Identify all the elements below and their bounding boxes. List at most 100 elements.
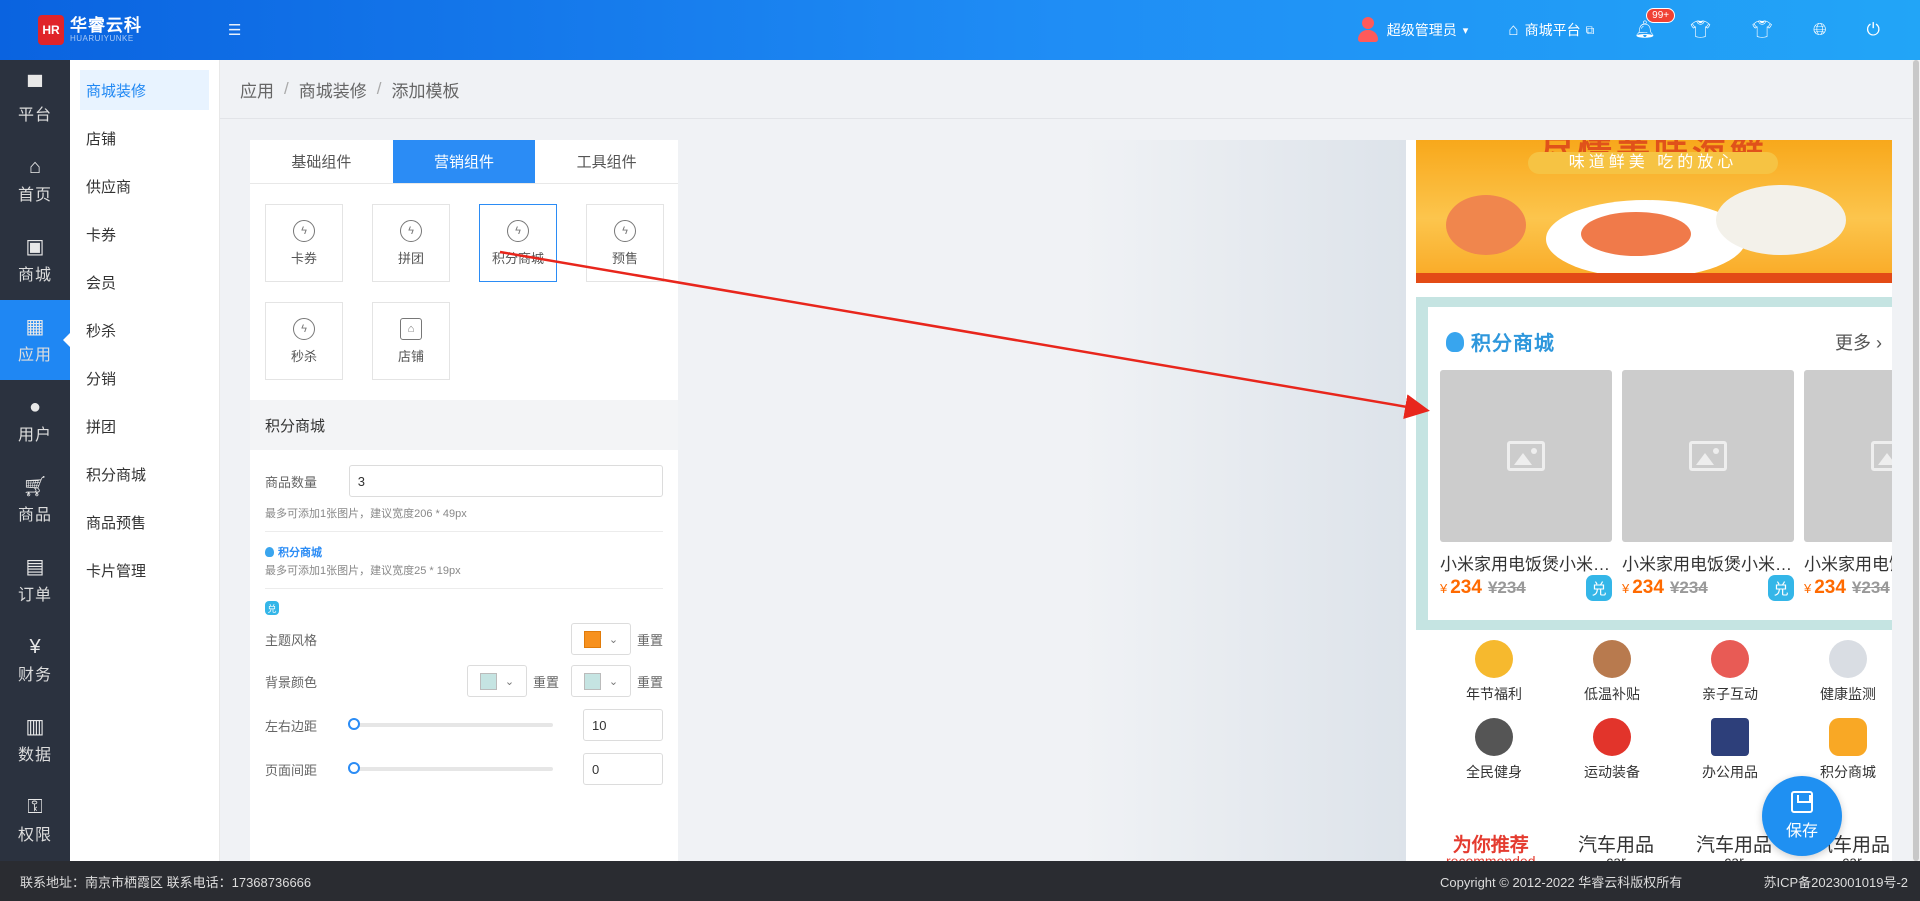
qty-input[interactable]	[348, 465, 663, 497]
bg-reset-button-2[interactable]: 重置	[637, 672, 663, 691]
slider-handle[interactable]	[348, 718, 360, 730]
nav-orders[interactable]: ▤ 订单	[0, 540, 70, 620]
nav-goods[interactable]: 🛒︎ 商品	[0, 460, 70, 540]
subnav-group-buy[interactable]: 拼团	[80, 406, 209, 446]
money-bag-icon	[265, 547, 274, 557]
component-points-mall[interactable]: ϟ 积分商城	[479, 204, 557, 282]
component-panel: 基础组件 营销组件 工具组件 ϟ 卡券 ϟ 拼团 ϟ 积分商城 ϟ 预售 ϟ 秒杀 ⌂ 店铺…	[250, 140, 678, 862]
component-flash-sale[interactable]: ϟ 秒杀	[265, 302, 343, 380]
component-store[interactable]: ⌂ 店铺	[372, 302, 450, 380]
design-canvas	[678, 140, 1406, 862]
bg-label: 背景颜色	[265, 674, 318, 690]
logo[interactable]: HR 华睿云科 HUARUIYUNKE	[38, 15, 142, 45]
tab-car-supplies[interactable]: 汽车用品 car	[1696, 830, 1772, 862]
more-link[interactable]: 更多 ›	[1835, 329, 1882, 355]
subnav-presale[interactable]: 商品预售	[80, 502, 209, 542]
nav-users[interactable]: ● 用户	[0, 380, 70, 460]
subnav-card-manage[interactable]: 卡片管理	[80, 550, 209, 590]
tab-basic[interactable]: 基础组件	[250, 140, 393, 183]
bg-color-picker-1[interactable]: ⌄	[466, 665, 527, 697]
subnav-distribution[interactable]: 分销	[80, 358, 209, 398]
category-item[interactable]: 健康监测	[1798, 640, 1892, 704]
subnav-flash-sale[interactable]: 秒杀	[80, 310, 209, 350]
subnav-store[interactable]: 店铺	[80, 118, 209, 158]
icp-record[interactable]: 苏ICP备2023001019号-2	[1763, 872, 1908, 891]
alarm-icon: ϟ	[293, 219, 315, 242]
copyright: Copyright © 2012-2022 华睿云科版权所有	[1440, 874, 1683, 890]
skin-button[interactable]: 👕︎	[1751, 20, 1773, 40]
gift-icon	[1475, 640, 1513, 678]
subnav-mall-decoration[interactable]: 商城装修	[80, 70, 209, 110]
theme-button[interactable]: 👕︎	[1690, 20, 1712, 40]
theme-color-picker[interactable]: ⌄	[570, 623, 631, 655]
points-mall-module[interactable]: 积分商城 更多 › 小米家用电饭煲小米电饭煲 ¥ 234 ¥234 兑 小米家用…	[1416, 297, 1892, 630]
nav-permissions[interactable]: ⚿ 权限	[0, 780, 70, 860]
category-item[interactable]: 积分商城	[1798, 718, 1892, 782]
subnav-member[interactable]: 会员	[80, 262, 209, 302]
chevron-right-icon: ›	[1876, 333, 1882, 353]
mall-platform-link[interactable]: ⌂ 商城平台 ⧉	[1508, 20, 1594, 40]
component-presale[interactable]: ϟ 预售	[586, 204, 664, 282]
category-item[interactable]: 亲子互动	[1680, 640, 1780, 704]
language-button[interactable]: 🌐︎	[1813, 20, 1827, 40]
category-item[interactable]: 全民健身	[1444, 718, 1544, 782]
exchange-tag-preview[interactable]: 兑	[265, 601, 279, 615]
lr-margin-slider[interactable]	[348, 718, 553, 730]
category-item[interactable]: 年节福利	[1444, 640, 1544, 704]
page-gap-slider[interactable]	[348, 762, 553, 774]
theme-reset-button[interactable]: 重置	[637, 630, 663, 649]
tab-car-supplies[interactable]: 汽车用品 car	[1578, 830, 1654, 862]
save-button[interactable]: 保存	[1762, 776, 1842, 856]
image-icon	[1507, 441, 1545, 471]
product-card[interactable]: 小米家用电饭煲小米电饭煲 ¥ 234 ¥234 兑	[1440, 370, 1612, 601]
category-item[interactable]: 运动装备	[1562, 718, 1662, 782]
breadcrumb-mall-decoration[interactable]: 商城装修	[299, 77, 367, 102]
subnav-points-mall[interactable]: 积分商城	[80, 454, 209, 494]
nav-home[interactable]: ⌂ 首页	[0, 140, 70, 220]
page-gap-input[interactable]	[583, 753, 663, 785]
seafood-banner[interactable]: 尽情美味海鲜 味道鲜美 吃的放心	[1416, 140, 1892, 283]
product-card[interactable]: 小米家用电饭煲小米电饭煲 ¥ 234 ¥234 兑	[1622, 370, 1794, 601]
subnav-supplier[interactable]: 供应商	[80, 166, 209, 206]
slider-handle[interactable]	[348, 762, 360, 774]
nav-platform[interactable]: ▀ 平台	[0, 60, 70, 140]
component-tabs: 基础组件 营销组件 工具组件	[250, 140, 678, 184]
subnav-coupon[interactable]: 卡券	[80, 214, 209, 254]
logo-mark-icon: HR	[38, 15, 64, 45]
component-grid: ϟ 卡券 ϟ 拼团 ϟ 积分商城 ϟ 预售 ϟ 秒杀 ⌂ 店铺	[250, 184, 678, 380]
component-group-buy[interactable]: ϟ 拼团	[372, 204, 450, 282]
tab-recommended[interactable]: 为你推荐 recommended	[1446, 830, 1536, 862]
chevron-down-icon: ⌄	[608, 675, 619, 688]
image-hint: 最多可添加1张图片，建议宽度206 * 49px	[265, 508, 467, 520]
breadcrumb-apps[interactable]: 应用	[240, 77, 274, 102]
user-menu[interactable]: 超级管理员 ▾	[1357, 17, 1468, 43]
component-coupon[interactable]: ϟ 卡券	[265, 204, 343, 282]
logout-button[interactable]: ⏻	[1867, 20, 1880, 40]
tab-tools[interactable]: 工具组件	[535, 140, 678, 183]
avatar	[1357, 17, 1379, 43]
money-bag-icon	[1446, 331, 1464, 352]
shrimp-image	[1446, 195, 1526, 255]
title-image-preview[interactable]: 积分商城	[265, 544, 663, 560]
nav-data[interactable]: ▥ 数据	[0, 700, 70, 780]
chevron-down-icon: ⌄	[608, 633, 619, 646]
tab-marketing[interactable]: 营销组件	[392, 140, 536, 183]
notification-button[interactable]: 🔔︎ 99+	[1634, 8, 1676, 40]
grid-icon: ▦	[25, 315, 45, 338]
category-item[interactable]: 办公用品	[1680, 718, 1780, 782]
image-icon	[1871, 441, 1892, 471]
nav-mall[interactable]: ▣ 商城	[0, 220, 70, 300]
page-scrollbar[interactable]	[1912, 60, 1920, 861]
lr-margin-input[interactable]	[583, 709, 663, 741]
bg-swatch-2	[583, 672, 601, 690]
bg-reset-button-1[interactable]: 重置	[533, 672, 559, 691]
nav-apps[interactable]: ▦ 应用	[0, 300, 71, 380]
bg-color-picker-2[interactable]: ⌄	[570, 665, 631, 697]
nav-finance[interactable]: ¥ 财务	[0, 620, 70, 700]
mobile-preview: 尽情美味海鲜 味道鲜美 吃的放心 积分商城 更多 › 小米家用电饭煲小米电饭煲 …	[1406, 140, 1892, 862]
globe-icon: 🌐︎	[1812, 20, 1827, 39]
category-item[interactable]: 低温补贴	[1562, 640, 1662, 704]
product-card[interactable]: 小米家用电饭煲小米电饭煲 ¥ 234 ¥234 兑	[1804, 370, 1892, 599]
scrollbar-thumb[interactable]	[1913, 60, 1919, 861]
menu-toggle-icon[interactable]: ☰	[228, 21, 241, 39]
